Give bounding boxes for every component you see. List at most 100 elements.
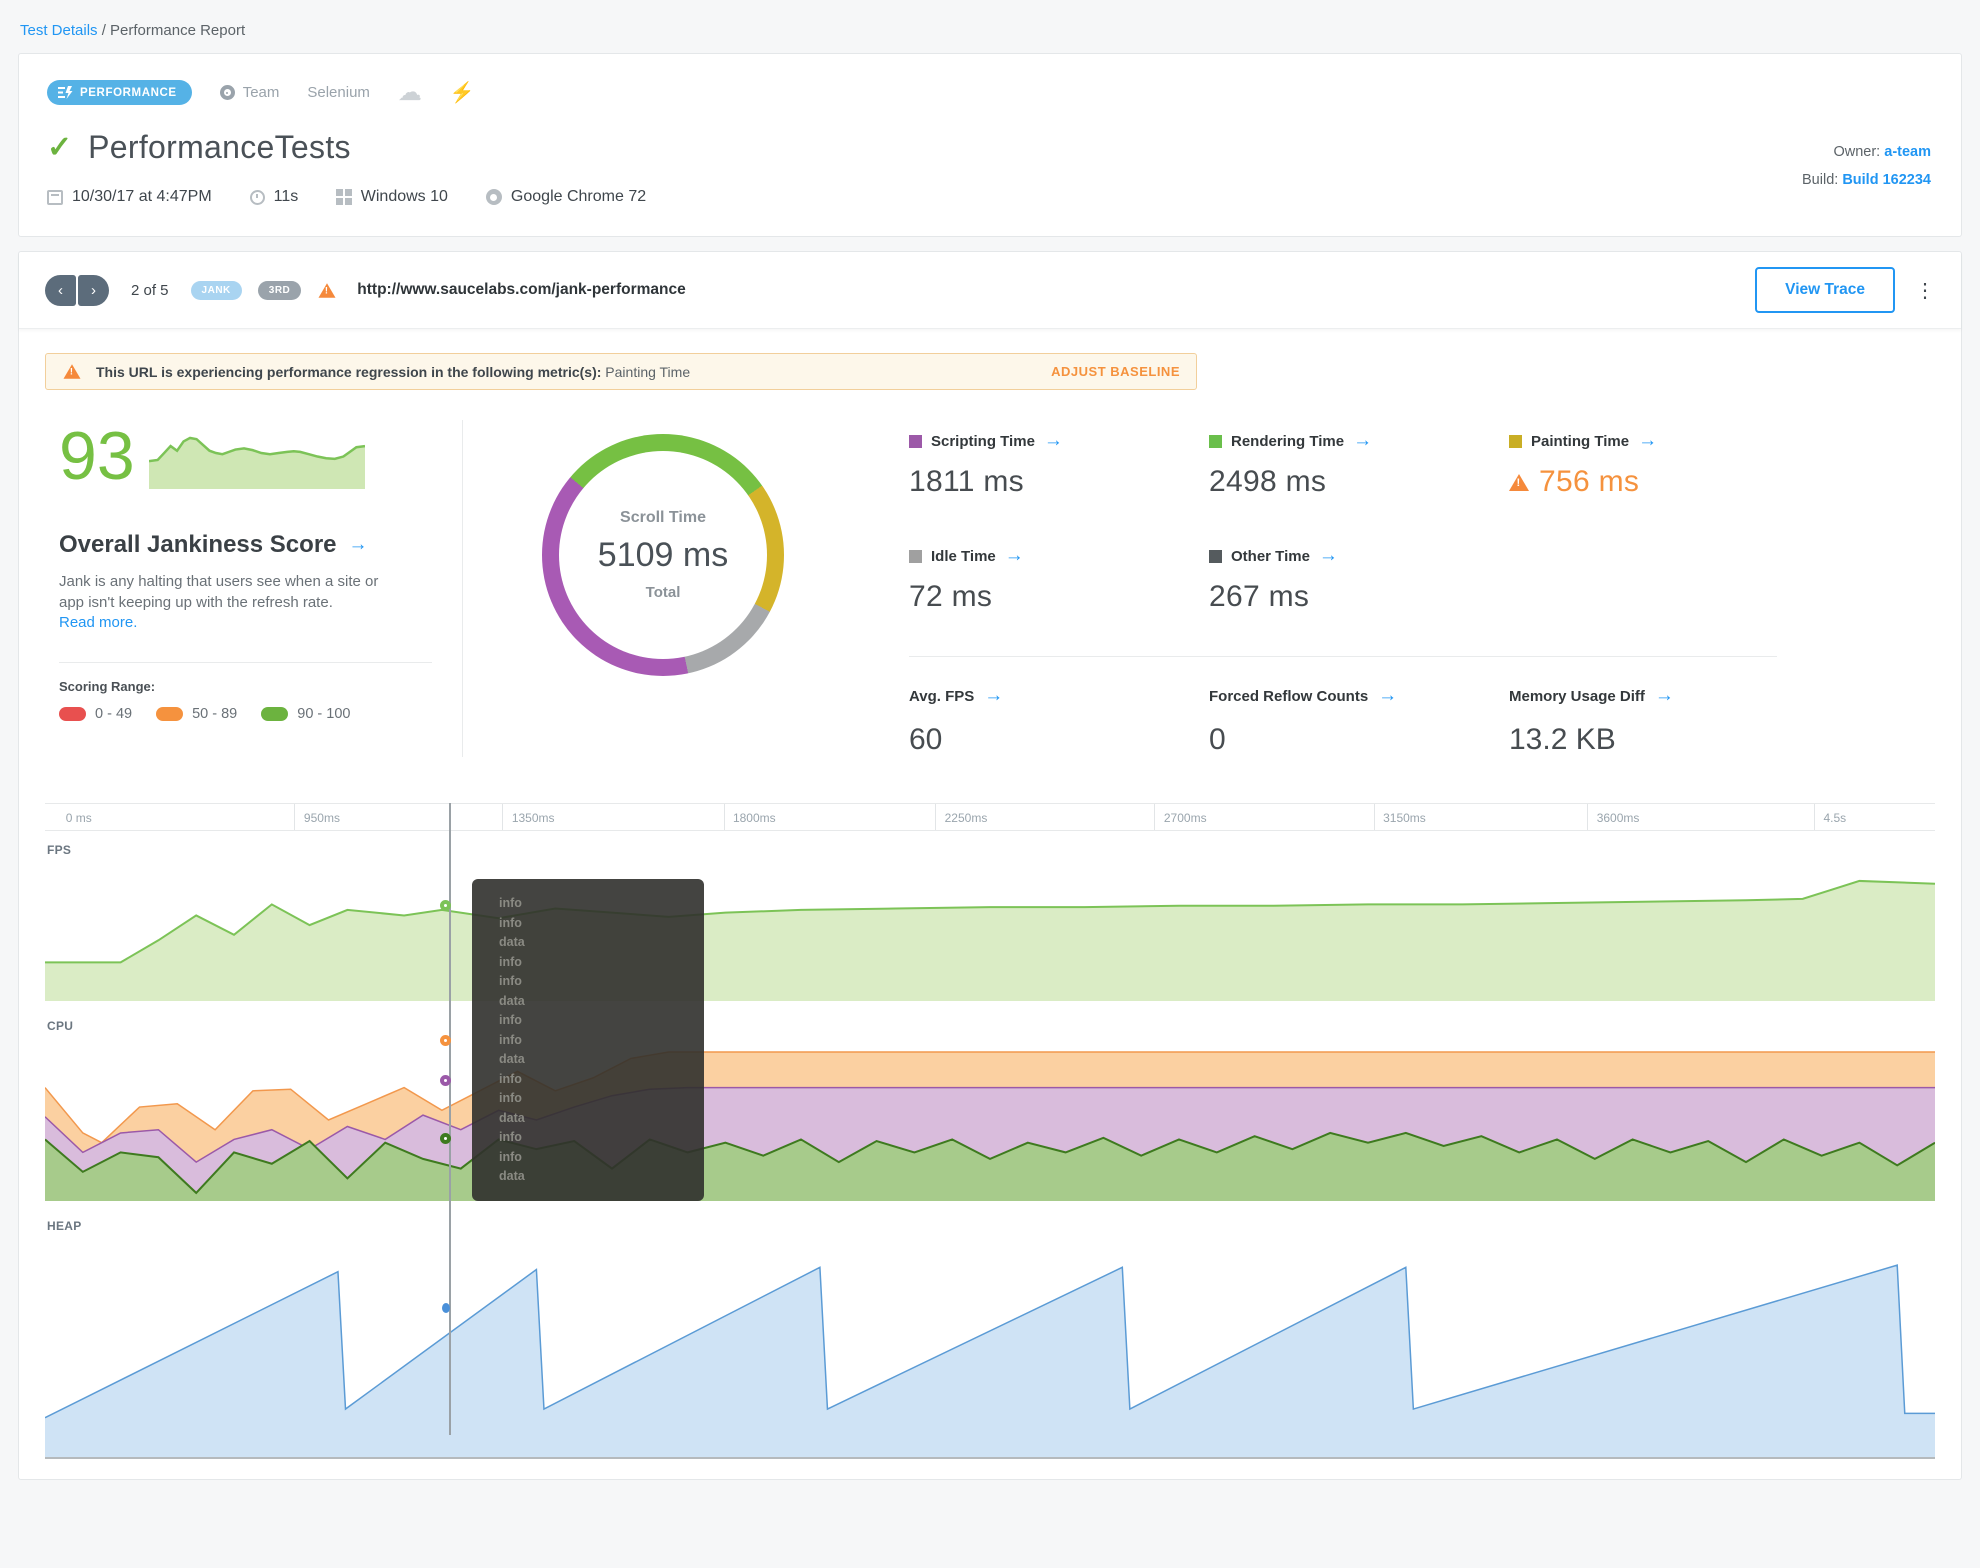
- range-mid-swatch: [156, 707, 184, 722]
- metrics-content: 93 Overall Jankiness Score → Jank is any…: [19, 390, 1961, 791]
- metric-other-time: Other Time → 267 ms: [1209, 545, 1338, 613]
- summary-divider: [909, 656, 1777, 657]
- read-more-link[interactable]: Read more.: [59, 614, 137, 631]
- breadcrumb: Test Details / Performance Report: [0, 0, 1980, 39]
- score-arrow-icon[interactable]: →: [349, 534, 368, 556]
- cpu-section-label: CPU: [47, 1019, 74, 1033]
- range-high-swatch: [261, 707, 289, 722]
- report-card: ‹ › 2 of 5 JANK 3RD http://www.saucelabs…: [18, 251, 1962, 1480]
- donut-center: Scroll Time 5109 ms Total: [559, 451, 767, 659]
- score-title-row: Overall Jankiness Score →: [59, 531, 432, 559]
- passed-check-icon: ✓: [47, 131, 73, 164]
- range-mid: 50 - 89: [156, 706, 237, 722]
- performance-badge: PERFORMANCE: [47, 80, 192, 105]
- build-link[interactable]: Build 162234: [1842, 172, 1931, 188]
- fps-chart[interactable]: [45, 863, 1935, 1001]
- next-page-button[interactable]: ›: [78, 274, 109, 306]
- summary-avg-fps: Avg. FPS → 60: [909, 685, 1004, 756]
- heap-section-label: HEAP: [47, 1219, 82, 1233]
- page-position: 2 of 5: [131, 281, 169, 299]
- alert-warning-icon: [63, 364, 81, 379]
- metric-painting-time: Painting Time → 756 ms: [1509, 430, 1809, 499]
- range-low: 0 - 49: [59, 706, 132, 722]
- tooltip-row-9: info: [499, 1071, 522, 1086]
- cpu-chart[interactable]: [45, 1039, 1935, 1201]
- timeline-baseline: [45, 1457, 1935, 1459]
- summary-forced-reflow: Forced Reflow Counts → 0: [1209, 685, 1398, 756]
- team-icon: [219, 85, 235, 100]
- range-high: 90 - 100: [261, 706, 350, 722]
- tick-line-5: [1154, 804, 1156, 830]
- test-header-card: PERFORMANCE Team Selenium ☁ ⚡ ✓ Performa…: [18, 53, 1962, 237]
- timeline-cursor-line[interactable]: [449, 803, 452, 1435]
- performance-bolt-icon: [58, 86, 73, 99]
- cloud-icon: ☁: [397, 78, 422, 106]
- tooltip-row-8: data: [499, 1052, 525, 1066]
- idle-arrow-icon[interactable]: →: [1005, 545, 1024, 567]
- donut-label-bottom: Total: [645, 584, 681, 601]
- painting-arrow-icon[interactable]: →: [1638, 430, 1657, 452]
- heap-chart[interactable]: [45, 1239, 1935, 1457]
- donut-label-top: Scroll Time: [620, 509, 706, 526]
- metric-idle-time: Idle Time → 72 ms: [909, 545, 1024, 613]
- fps-section-label: FPS: [47, 843, 72, 857]
- scoring-range-legend: 0 - 49 50 - 89 90 - 100: [59, 706, 432, 722]
- tooltip-row-13: info: [499, 1149, 522, 1164]
- tick-label-1: 950ms: [303, 811, 340, 825]
- breadcrumb-current: Performance Report: [110, 22, 246, 39]
- breadcrumb-separator: /: [101, 22, 106, 39]
- metric-breakdown-panel: Scripting Time → 1811 ms Rendering Time …: [909, 420, 1809, 757]
- avg-fps-arrow-icon[interactable]: →: [984, 685, 1003, 707]
- tick-line-1: [294, 804, 296, 830]
- team-item: Team: [219, 84, 279, 101]
- scripting-swatch: [909, 434, 922, 448]
- breadcrumb-link-test-details[interactable]: Test Details: [20, 22, 98, 39]
- summary-grid: Avg. FPS → 60 Forced Reflow Counts → 0 M…: [909, 685, 1809, 757]
- metrics-grid: Scripting Time → 1811 ms Rendering Time …: [909, 430, 1809, 614]
- chrome-icon: [485, 189, 502, 205]
- rendering-swatch: [1209, 434, 1222, 448]
- scripting-arrow-icon[interactable]: →: [1044, 430, 1063, 452]
- timeline-ruler[interactable]: 0 ms 950ms 1350ms 1800ms 2250ms 2700ms 3150ms 3…: [45, 803, 1935, 831]
- tooltip-row-2: data: [499, 935, 525, 949]
- test-title: PerformanceTests: [88, 129, 351, 165]
- tick-line-6: [1373, 804, 1375, 830]
- metric-scripting-time: Scripting Time → 1811 ms: [909, 430, 1063, 498]
- page: Test Details / Performance Report PERFOR…: [0, 0, 1980, 1480]
- memory-diff-arrow-icon[interactable]: →: [1655, 685, 1674, 707]
- lightning-icon: ⚡: [449, 81, 475, 104]
- other-swatch: [1209, 549, 1222, 563]
- tooltip-row-3: info: [499, 954, 522, 969]
- kebab-menu-icon[interactable]: ⋮: [1915, 278, 1935, 303]
- adjust-baseline-button[interactable]: ADJUST BASELINE: [1051, 364, 1180, 379]
- score-title: Overall Jankiness Score: [59, 530, 337, 558]
- other-arrow-icon[interactable]: →: [1319, 545, 1338, 567]
- metric-rendering-time: Rendering Time → 2498 ms: [1209, 430, 1373, 498]
- prev-page-button[interactable]: ‹: [45, 274, 76, 306]
- rendering-arrow-icon[interactable]: →: [1353, 430, 1372, 452]
- tick-line-8: [1814, 804, 1816, 830]
- score-sparkline-chart: [148, 431, 365, 489]
- tooltip-row-4: info: [499, 974, 522, 988]
- timeline-tooltip: info info data info info data info info data info…: [472, 879, 704, 1201]
- donut-total-value: 5109 ms: [597, 536, 729, 574]
- tick-label-3: 1800ms: [732, 811, 776, 825]
- tooltip-row-6: info: [499, 1013, 522, 1027]
- owner-link[interactable]: a-team: [1884, 144, 1931, 160]
- view-trace-button[interactable]: View Trace: [1755, 267, 1895, 313]
- score-divider: [59, 662, 432, 664]
- jank-badge: JANK: [190, 280, 242, 300]
- page-url: http://www.saucelabs.com/jank-performanc…: [357, 281, 686, 298]
- meta-row: 10/30/17 at 4:47PM 11s Windows 10 Google…: [47, 188, 1933, 206]
- tick-label-0: 0 ms: [65, 811, 92, 825]
- score-description: Jank is any halting that users see when …: [59, 572, 379, 612]
- badge-row: PERFORMANCE Team Selenium ☁ ⚡: [47, 80, 1933, 105]
- tick-label-2: 1350ms: [511, 811, 555, 825]
- tooltip-row-5: data: [499, 993, 525, 1008]
- tick-label-6: 3150ms: [1383, 811, 1426, 825]
- build-line: Build: Build 162234: [1802, 172, 1931, 188]
- scoring-range-label: Scoring Range:: [59, 679, 156, 695]
- forced-reflow-arrow-icon[interactable]: →: [1378, 685, 1397, 707]
- jankiness-score-panel: 93 Overall Jankiness Score → Jank is any…: [45, 420, 463, 757]
- score-value: 93: [59, 418, 135, 494]
